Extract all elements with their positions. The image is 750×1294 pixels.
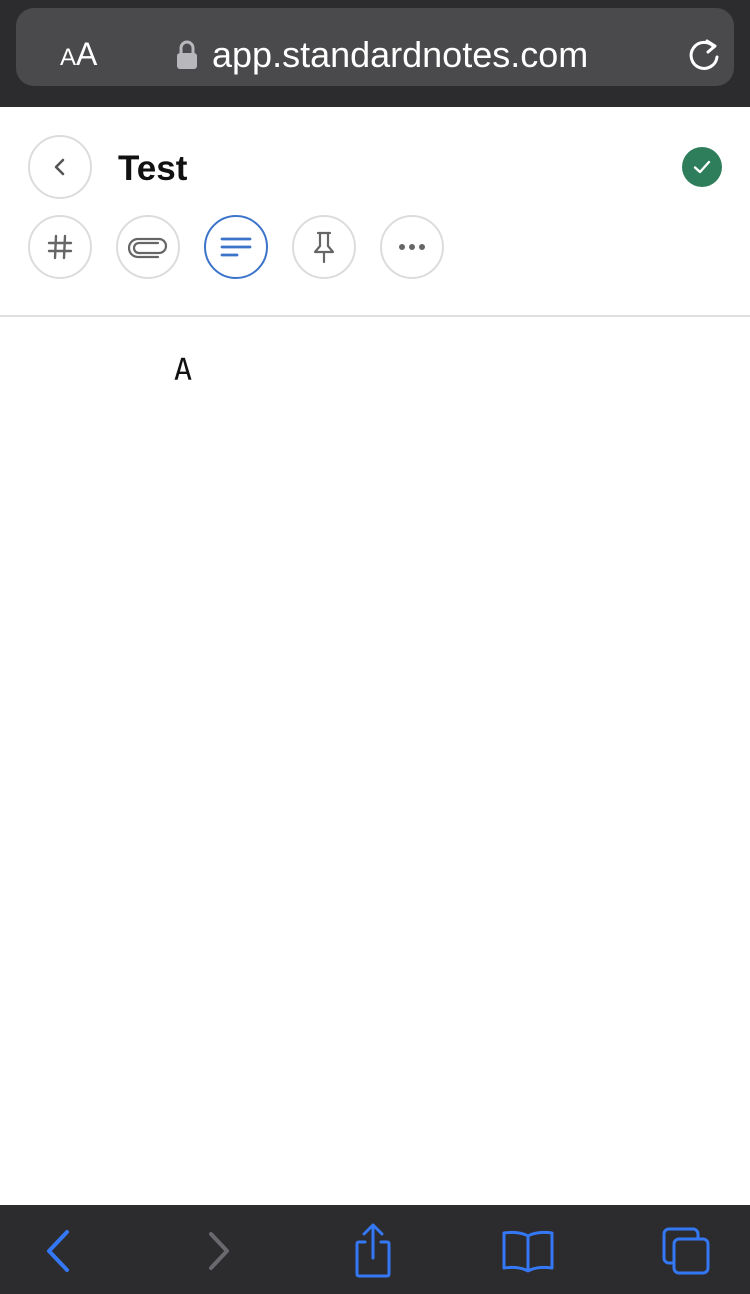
chevron-left-icon [54, 158, 65, 176]
note-header: Test [0, 107, 750, 317]
browser-forward-button[interactable] [188, 1223, 248, 1279]
paperclip-icon [128, 237, 168, 259]
text-size-large-label: A [76, 36, 98, 72]
note-content[interactable]: A [174, 351, 192, 391]
share-button[interactable] [343, 1223, 403, 1279]
more-button[interactable] [380, 215, 444, 279]
saved-status-icon [682, 147, 722, 187]
share-icon [355, 1223, 391, 1278]
reload-icon[interactable] [684, 35, 724, 75]
tabs-button[interactable] [656, 1223, 716, 1279]
pin-button[interactable] [292, 215, 356, 279]
address-bar[interactable]: AA app.standardnotes.com [16, 8, 734, 86]
tags-button[interactable] [28, 215, 92, 279]
text-size-button[interactable]: AA [60, 34, 97, 74]
browser-bottom-toolbar [0, 1205, 750, 1294]
back-button[interactable] [28, 135, 92, 199]
tabs-icon [662, 1227, 710, 1275]
text-lines-icon [220, 237, 252, 257]
lock-icon [177, 40, 197, 69]
back-icon [47, 1230, 69, 1272]
attachments-button[interactable] [116, 215, 180, 279]
bookmarks-button[interactable] [498, 1223, 558, 1279]
pin-icon [313, 231, 335, 264]
bookmarks-icon [502, 1230, 554, 1273]
checkmark-icon [693, 160, 711, 174]
editor-options-button[interactable] [204, 215, 268, 279]
text-size-small-label: A [60, 44, 77, 71]
note-editor[interactable]: A [0, 317, 750, 1205]
note-title[interactable]: Test [118, 145, 187, 193]
forward-icon [209, 1232, 229, 1270]
more-icon [399, 244, 425, 250]
browser-back-button[interactable] [28, 1223, 88, 1279]
url-text[interactable]: app.standardnotes.com [212, 32, 588, 78]
browser-top-bar: AA app.standardnotes.com [0, 0, 750, 107]
hash-icon [47, 234, 73, 260]
